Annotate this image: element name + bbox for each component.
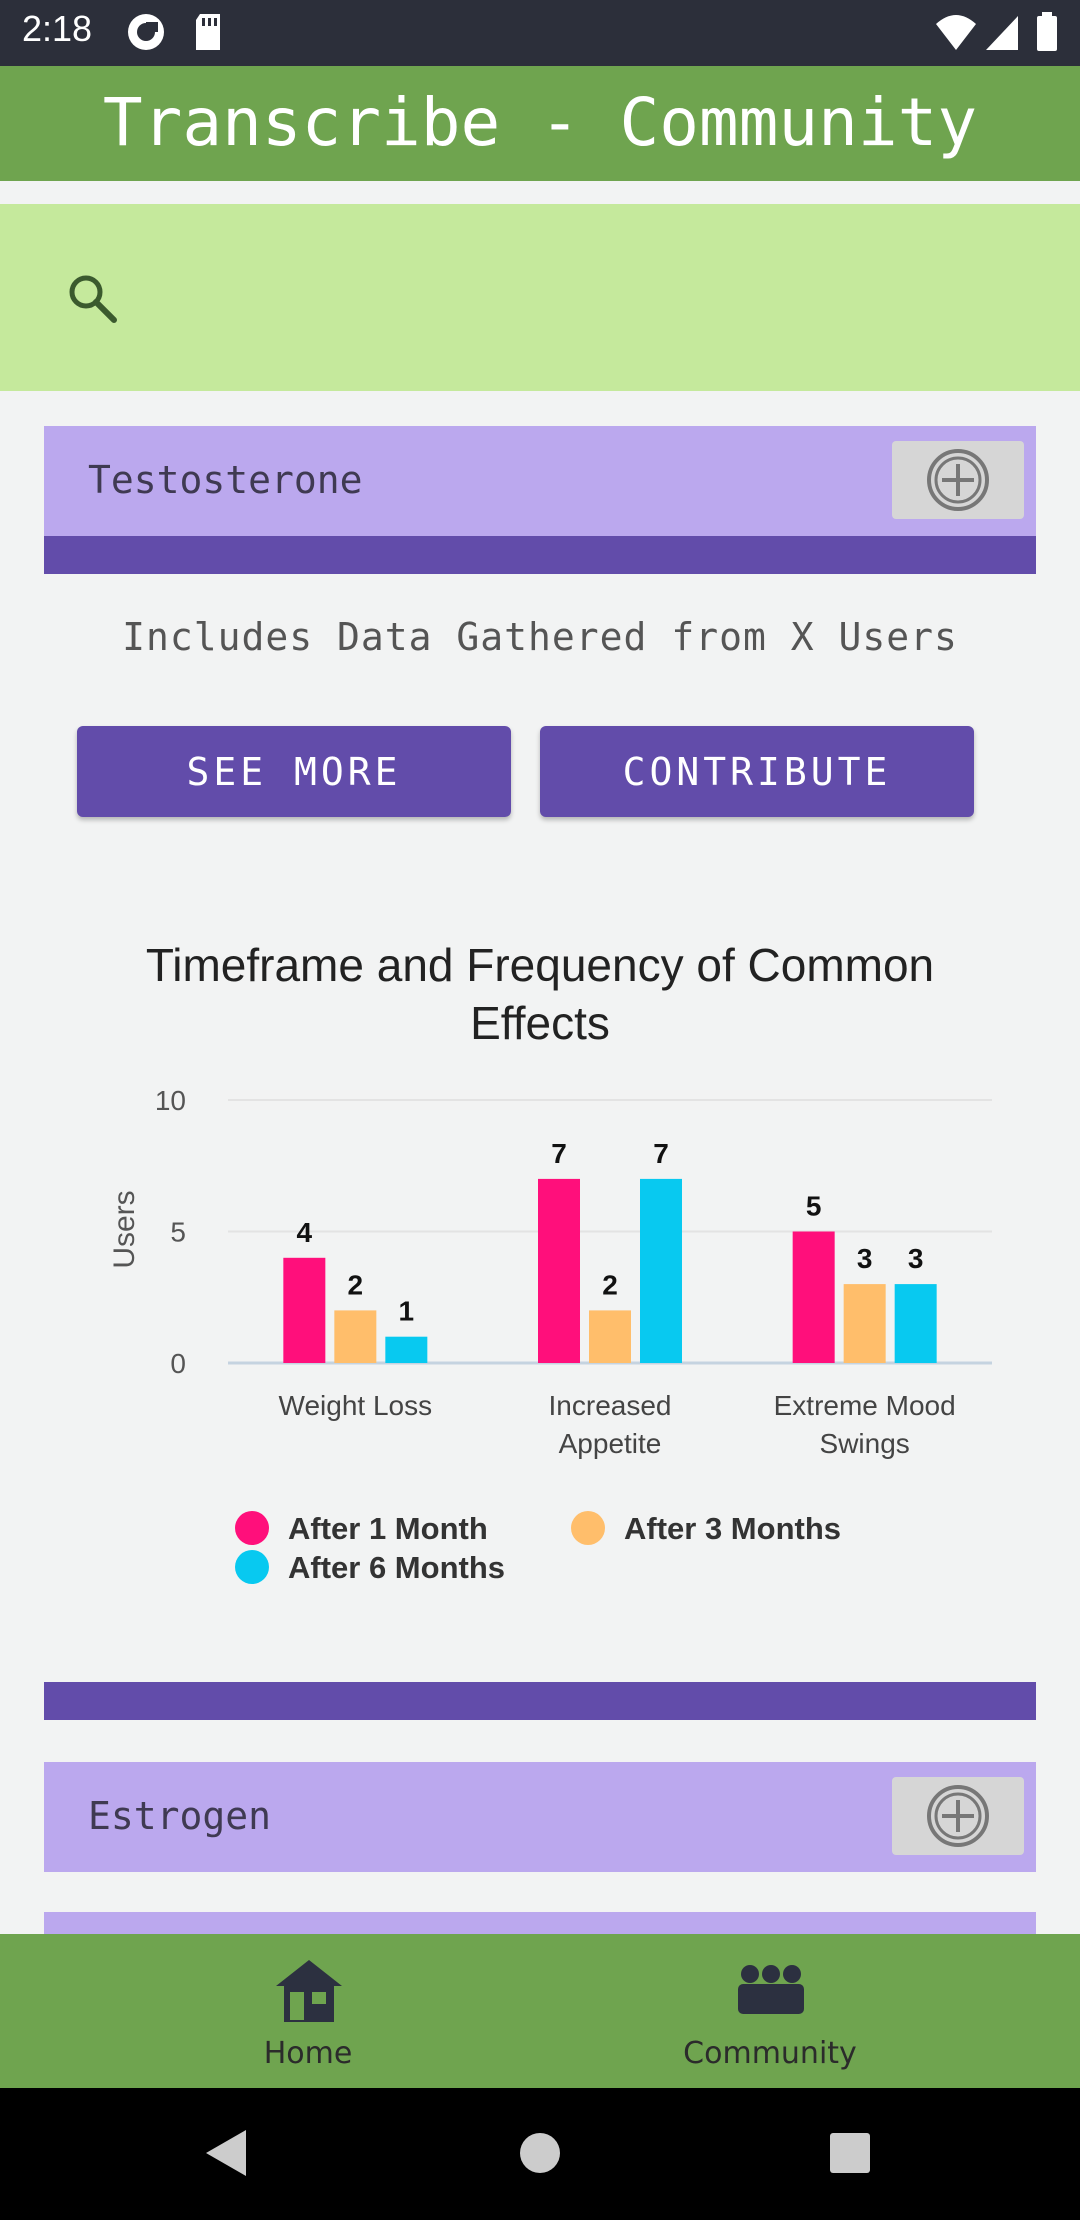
data-label: 3 <box>857 1243 873 1274</box>
data-label: 1 <box>399 1296 415 1327</box>
legend-marker <box>235 1550 269 1584</box>
bar <box>334 1310 377 1363</box>
x-tick-label: Increased <box>549 1390 672 1421</box>
search-bar[interactable] <box>0 204 1080 391</box>
section-divider-bottom <box>44 1682 1036 1720</box>
home-circle-icon[interactable] <box>518 2128 562 2182</box>
add-circle-icon <box>927 449 989 511</box>
section-divider <box>44 536 1036 574</box>
search-icon[interactable] <box>66 272 118 328</box>
nav-label-community: Community <box>683 2036 857 2071</box>
battery-icon <box>1036 12 1058 56</box>
legend-label: After 6 Months <box>288 1550 505 1585</box>
section-header-estrogen[interactable]: Estrogen <box>44 1762 1036 1872</box>
legend-marker <box>235 1511 269 1545</box>
sd-card-icon <box>192 12 224 56</box>
data-label: 5 <box>806 1191 822 1222</box>
bar <box>385 1336 428 1363</box>
home-icon <box>276 1960 342 2022</box>
x-tick-label: Extreme Mood <box>774 1390 956 1421</box>
effects-bar-chart: 0 5 10 Users 4 2 1 Weight Loss 7 2 7 Increased Appet… <box>108 1085 992 1585</box>
bar <box>538 1178 580 1363</box>
x-tick-label: Appetite <box>559 1428 662 1459</box>
y-tick-label: 5 <box>170 1217 186 1248</box>
legend-label: After 3 Months <box>624 1511 841 1546</box>
status-time: 2:18 <box>22 8 93 49</box>
bar <box>792 1231 835 1363</box>
nav-item-home[interactable]: Home <box>158 1934 458 2088</box>
contribute-button[interactable]: CONTRIBUTE <box>540 726 974 817</box>
bar <box>843 1284 886 1363</box>
add-button[interactable] <box>892 1777 1024 1855</box>
status-bar: 2:18 <box>0 0 1080 66</box>
x-tick-label: Weight Loss <box>279 1390 433 1421</box>
nav-item-community[interactable]: Community <box>620 1934 920 2088</box>
recents-icon[interactable] <box>828 2128 872 2182</box>
signal-icon <box>984 12 1020 56</box>
app-title: Transcribe - Community <box>102 84 978 161</box>
add-circle-icon <box>927 1785 989 1847</box>
data-label: 7 <box>653 1138 669 1169</box>
section-header-partial[interactable] <box>44 1912 1036 1934</box>
wifi-icon <box>934 12 978 56</box>
section-title: Estrogen <box>88 1794 272 1838</box>
y-axis-title: Users <box>108 1190 141 1268</box>
x-tick-label: Swings <box>820 1428 910 1459</box>
community-icon <box>738 1965 804 2014</box>
data-label: 2 <box>348 1269 364 1300</box>
section-title: Testosterone <box>88 458 363 502</box>
y-tick-label: 0 <box>170 1348 186 1379</box>
app-bar: Transcribe - Community <box>0 66 1080 181</box>
nav-label-home: Home <box>263 2036 353 2071</box>
users-note: Includes Data Gathered from X Users <box>122 615 958 659</box>
bar <box>589 1310 631 1363</box>
data-label: 4 <box>297 1217 313 1248</box>
bottom-nav: Home Community <box>0 1934 1080 2088</box>
legend-label: After 1 Month <box>288 1511 488 1546</box>
bar <box>283 1257 326 1363</box>
bar <box>894 1284 937 1363</box>
bar <box>640 1178 682 1363</box>
data-label: 2 <box>602 1269 618 1300</box>
system-nav <box>0 2088 1080 2220</box>
section-header-testosterone[interactable]: Testosterone <box>44 426 1036 536</box>
pocket-casts-icon <box>126 12 166 56</box>
back-icon[interactable] <box>204 2128 248 2182</box>
legend-marker <box>571 1511 605 1545</box>
data-label: 3 <box>908 1243 924 1274</box>
see-more-button[interactable]: SEE MORE <box>77 726 511 817</box>
y-tick-label: 10 <box>155 1085 186 1116</box>
data-label: 7 <box>551 1138 567 1169</box>
add-button[interactable] <box>892 441 1024 519</box>
search-input[interactable] <box>140 254 1024 346</box>
